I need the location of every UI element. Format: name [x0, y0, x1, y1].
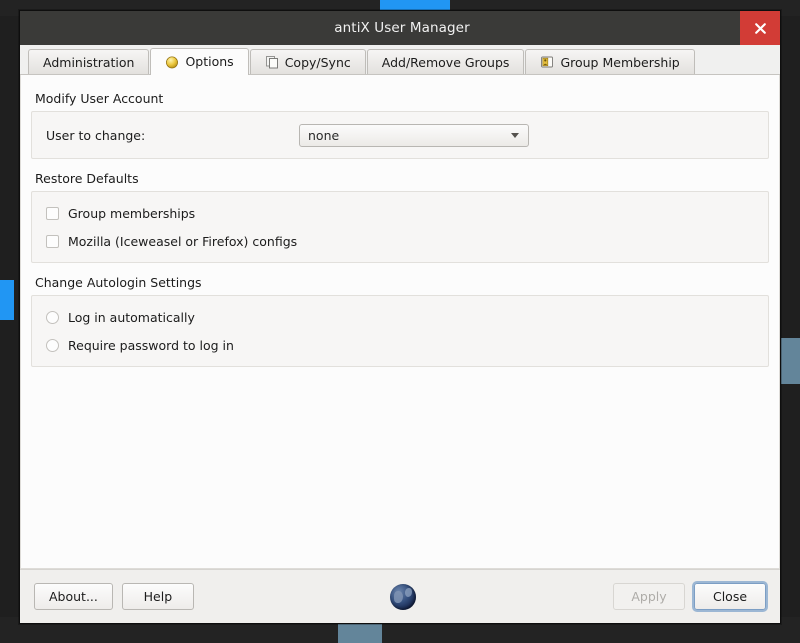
section-restore-defaults: Restore Defaults — [35, 171, 769, 186]
tab-administration-label: Administration — [43, 55, 134, 70]
window-titlebar[interactable]: antiX User Manager — [20, 11, 780, 45]
user-to-change-value: none — [308, 128, 339, 143]
checkbox-mozilla-configs-label: Mozilla (Iceweasel or Firefox) configs — [68, 234, 297, 249]
copy-pages-icon — [265, 55, 279, 69]
checkbox-mozilla-configs[interactable]: Mozilla (Iceweasel or Firefox) configs — [46, 230, 754, 252]
radio-log-in-automatically-label: Log in automatically — [68, 310, 195, 325]
tab-group-membership-label: Group Membership — [560, 55, 679, 70]
restore-defaults-group: Group memberships Mozilla (Iceweasel or … — [31, 191, 769, 263]
help-button[interactable]: Help — [122, 583, 194, 610]
dialog-button-bar: About... Help Apply Close — [20, 569, 780, 623]
checkbox-group-memberships[interactable]: Group memberships — [46, 202, 754, 224]
user-to-change-select[interactable]: none — [299, 124, 529, 147]
tab-administration[interactable]: Administration — [28, 49, 149, 74]
tab-copy-sync-label: Copy/Sync — [285, 55, 351, 70]
radio-require-password-dot[interactable] — [46, 339, 59, 352]
user-badge-icon — [540, 55, 554, 69]
tab-bar: Administration Options — [20, 45, 780, 75]
autologin-settings-group: Log in automatically Require password to… — [31, 295, 769, 367]
section-modify-user-account: Modify User Account — [35, 91, 769, 106]
about-button[interactable]: About... — [34, 583, 113, 610]
content-spacer — [31, 373, 769, 568]
antix-user-manager-window: antiX User Manager Administration — [19, 10, 781, 624]
globe-icon — [390, 584, 416, 610]
checkbox-group-memberships-box[interactable] — [46, 207, 59, 220]
taskbar-item-right[interactable] — [780, 338, 800, 384]
modify-user-account-group: User to change: none — [31, 111, 769, 159]
tab-options-label: Options — [185, 54, 233, 69]
user-to-change-label: User to change: — [46, 128, 299, 143]
radio-log-in-automatically-dot[interactable] — [46, 311, 59, 324]
checkbox-group-memberships-label: Group memberships — [68, 206, 195, 221]
tab-options[interactable]: Options — [150, 48, 248, 75]
radio-require-password[interactable]: Require password to log in — [46, 334, 754, 356]
chevron-down-icon — [511, 133, 519, 138]
tab-add-remove-groups-label: Add/Remove Groups — [382, 55, 510, 70]
taskbar-item-left[interactable] — [0, 280, 14, 320]
options-tab-panel: Modify User Account User to change: none… — [20, 75, 780, 569]
tab-copy-sync[interactable]: Copy/Sync — [250, 49, 366, 74]
user-to-change-row: User to change: none — [46, 122, 754, 148]
close-button[interactable]: Close — [694, 583, 766, 610]
options-tab-frame: Modify User Account User to change: none… — [20, 75, 780, 569]
section-change-autologin-settings: Change Autologin Settings — [35, 275, 769, 290]
close-icon[interactable] — [740, 11, 780, 45]
radio-require-password-label: Require password to log in — [68, 338, 234, 353]
tab-group-membership[interactable]: Group Membership — [525, 49, 694, 74]
window-title: antiX User Manager — [20, 11, 740, 45]
apply-button[interactable]: Apply — [613, 583, 685, 610]
checkbox-mozilla-configs-box[interactable] — [46, 235, 59, 248]
yellow-ball-icon — [165, 55, 179, 69]
radio-log-in-automatically[interactable]: Log in automatically — [46, 306, 754, 328]
tab-add-remove-groups[interactable]: Add/Remove Groups — [367, 49, 525, 74]
